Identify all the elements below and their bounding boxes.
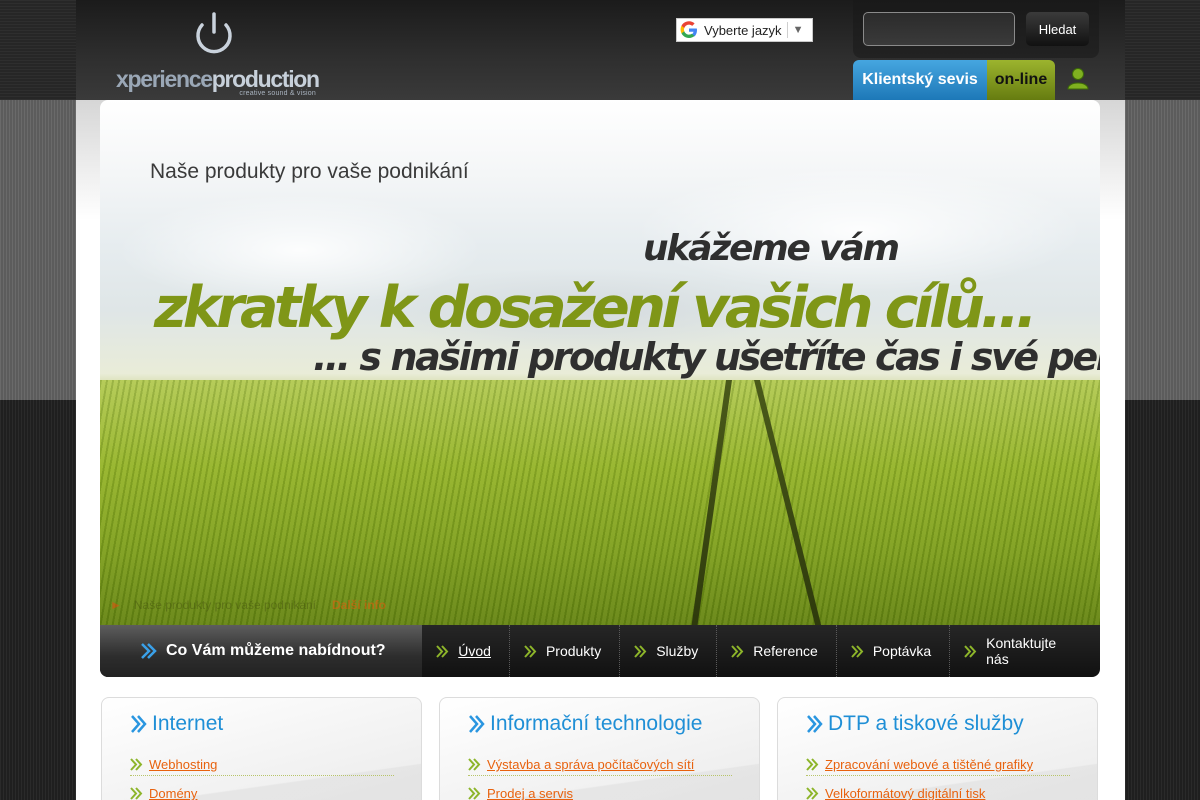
box-list-item[interactable]: Domény <box>130 783 394 800</box>
double-chevron-green-icon <box>964 644 977 658</box>
hero-more-link[interactable]: Další info <box>332 598 386 612</box>
nav-item-label: Produkty <box>545 643 602 659</box>
logo-text-light: xperience <box>116 66 213 92</box>
double-chevron-green-icon <box>468 758 481 771</box>
client-service-label: Klientský sevis <box>853 60 987 100</box>
double-chevron-green-icon <box>436 644 449 658</box>
double-chevron-green-icon <box>468 787 481 800</box>
language-select-label: Vyberte jazyk <box>704 22 782 38</box>
hero-slogan-line1: ukážeme vám <box>643 228 900 269</box>
double-chevron-green-icon <box>851 644 864 658</box>
double-chevron-blue-icon <box>807 715 823 733</box>
search-panel: Hledat <box>853 0 1099 58</box>
user-icon[interactable] <box>1066 66 1090 90</box>
nav-item-label: Služby <box>656 643 699 659</box>
power-icon <box>196 12 232 54</box>
search-input[interactable] <box>863 12 1015 46</box>
box-list-link[interactable]: Webhosting <box>149 757 217 772</box>
double-chevron-green-icon <box>731 644 744 658</box>
logo-text-strong: production <box>211 66 320 92</box>
logo-wordmark: xperienceproduction <box>116 66 320 92</box>
nav-item-kontakt[interactable]: Kontaktujte nás <box>950 625 1100 677</box>
box-list-link[interactable]: Velkoformátový digitální tisk <box>825 786 985 800</box>
box-list-link[interactable]: Výstavba a správa počítačových sítí <box>487 757 694 772</box>
box-title[interactable]: DTP a tiskové služby <box>806 712 1024 736</box>
main-navigation: Co Vám můžeme nabídnout? Úvod Produkty S… <box>100 625 1100 677</box>
language-select-divider <box>786 22 788 38</box>
box-list-link[interactable]: Domény <box>149 786 197 800</box>
google-g-icon <box>680 21 697 38</box>
nav-lead-label: Co Vám můžeme nabídnout? <box>166 642 386 659</box>
box-list-item[interactable]: Výstavba a správa počítačových sítí <box>468 754 732 776</box>
box-list-item[interactable]: Velkoformátový digitální tisk <box>806 783 1070 800</box>
service-box-it: Informační technologie Výstavba a správa… <box>439 697 760 800</box>
online-label: on-line <box>987 60 1055 100</box>
nav-item-sluzby[interactable]: Služby <box>620 625 718 677</box>
box-list-item[interactable]: Prodej a servis <box>468 783 732 800</box>
double-chevron-green-icon <box>130 758 143 771</box>
service-box-internet: Internet Webhosting Domény <box>101 697 422 800</box>
box-title[interactable]: Informační technologie <box>468 712 702 736</box>
language-select[interactable]: Vyberte jazyk ▼ <box>676 18 813 42</box>
double-chevron-blue-icon <box>141 643 157 659</box>
hero-wheat-field <box>100 380 1100 626</box>
box-list-link[interactable]: Prodej a servis <box>487 786 573 800</box>
double-chevron-green-icon <box>130 787 143 800</box>
nav-item-poptavka[interactable]: Poptávka <box>837 625 951 677</box>
nav-item-produkty[interactable]: Produkty <box>510 625 621 677</box>
hero-banner: Naše produkty pro vaše podnikání ukážeme… <box>100 100 1100 626</box>
client-service-tab[interactable]: Klientský sevis on-line <box>853 60 1055 100</box>
box-title-text: Internet <box>152 712 224 735</box>
double-chevron-blue-icon <box>131 715 147 733</box>
box-title[interactable]: Internet <box>130 712 223 736</box>
double-chevron-green-icon <box>806 787 819 800</box>
box-list-link[interactable]: Zpracování webové a tištěné grafiky <box>825 757 1033 772</box>
box-title-text: Informační technologie <box>490 712 703 735</box>
box-list-item[interactable]: Zpracování webové a tištěné grafiky <box>806 754 1070 776</box>
nav-item-label: Úvod <box>458 643 491 659</box>
double-chevron-green-icon <box>806 758 819 771</box>
double-chevron-green-icon <box>524 644 537 658</box>
nav-item-label: Kontaktujte nás <box>986 635 1057 667</box>
nav-item-uvod[interactable]: Úvod <box>422 625 510 677</box>
hero-slogan-line3: … s našimi produkty ušetříte čas i své p… <box>313 335 1100 379</box>
hero-caption-text: Naše produkty pro vaše podnikání <box>133 598 316 612</box>
logo-tagline: creative sound & vision <box>239 90 316 97</box>
box-title-text: DTP a tiskové služby <box>828 712 1024 735</box>
chevron-down-icon: ▼ <box>792 24 804 36</box>
service-box-dtp: DTP a tiskové služby Zpracování webové a… <box>777 697 1098 800</box>
double-chevron-blue-icon <box>469 715 485 733</box>
caption-arrow-icon: ► <box>110 598 122 612</box>
site-logo[interactable]: xperienceproduction creative sound & vis… <box>116 12 320 97</box>
hero-caption: ► Naše produkty pro vaše podnikání Další i… <box>110 598 386 612</box>
nav-item-reference[interactable]: Reference <box>717 625 837 677</box>
double-chevron-green-icon <box>634 644 647 658</box>
hero-title: Naše produkty pro vaše podnikání <box>150 160 469 183</box>
nav-item-label: Poptávka <box>872 643 932 659</box>
box-list-item[interactable]: Webhosting <box>130 754 394 776</box>
nav-item-label: Reference <box>753 643 818 659</box>
nav-lead: Co Vám můžeme nabídnout? <box>100 625 423 677</box>
search-button[interactable]: Hledat <box>1026 12 1089 46</box>
hero-slogan-line2: zkratky k dosažení vašich cílů… <box>154 275 1037 341</box>
